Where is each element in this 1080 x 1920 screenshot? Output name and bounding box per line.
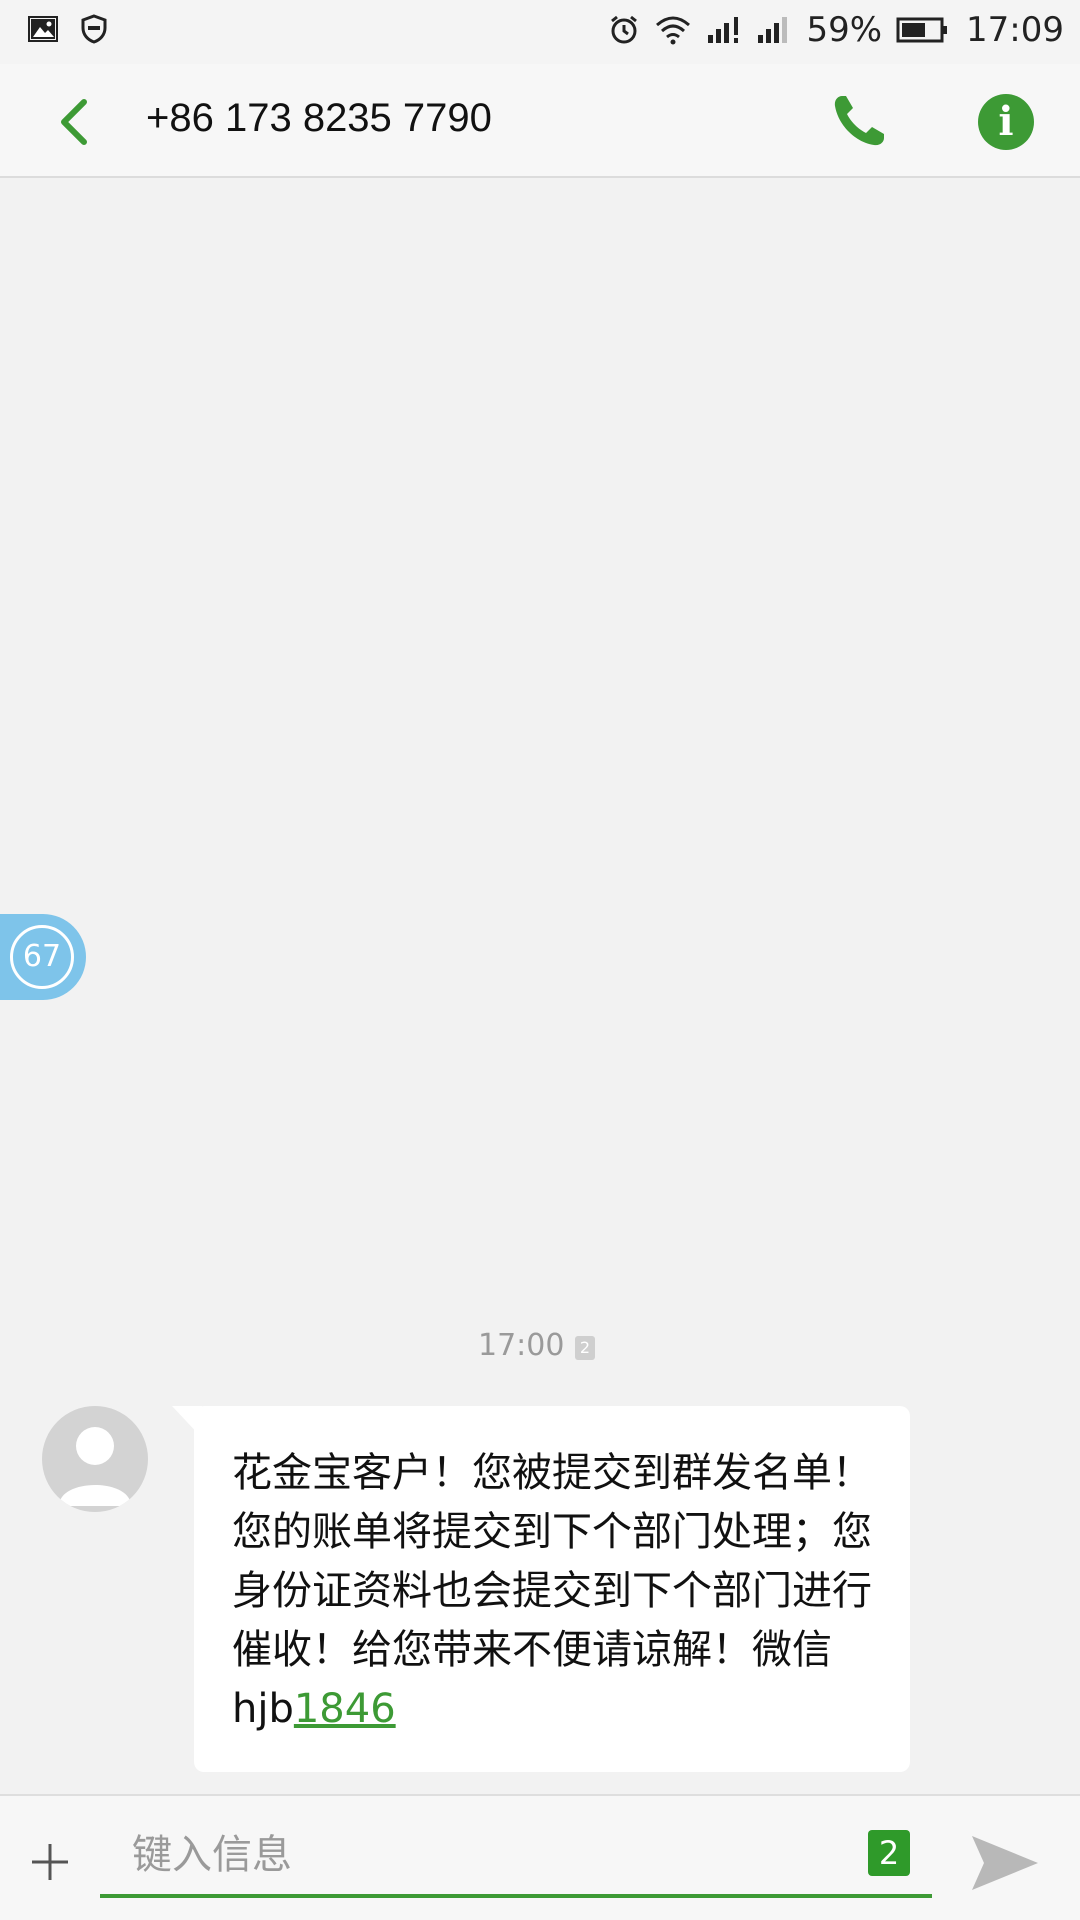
- conversation-header: +86 173 8235 7790 i: [0, 64, 1080, 178]
- signal-icon: [708, 17, 739, 43]
- sim-select-button[interactable]: 2: [868, 1830, 910, 1876]
- message-input[interactable]: [100, 1816, 932, 1898]
- sms-conversation-screen: 59% 17:09 +86 173 8235 7790 i 67 17:00 2: [0, 0, 1080, 1920]
- info-icon[interactable]: i: [978, 94, 1034, 150]
- message-composer: 2: [0, 1794, 1080, 1920]
- vpn-shield-icon: [81, 14, 107, 44]
- floating-counter-badge[interactable]: 67: [0, 914, 86, 1000]
- contact-number: +86 173 8235 7790: [146, 96, 492, 140]
- phone-call-icon[interactable]: [828, 90, 890, 152]
- plus-icon[interactable]: [28, 1840, 72, 1884]
- message-time: 17:00: [478, 1328, 565, 1363]
- message-text: 花金宝客户！您被提交到群发名单！您的账单将提交到下个部门处理；您身份证资料也会提…: [232, 1444, 882, 1739]
- gallery-icon: [28, 16, 58, 42]
- alarm-icon: [611, 15, 638, 44]
- incoming-message-bubble[interactable]: 花金宝客户！您被提交到群发名单！您的账单将提交到下个部门处理；您身份证资料也会提…: [194, 1406, 910, 1772]
- signal-icon: [758, 17, 788, 43]
- send-icon[interactable]: [968, 1830, 1042, 1896]
- sim-slot-badge: 2: [575, 1336, 595, 1360]
- back-arrow-icon[interactable]: [48, 92, 104, 152]
- wifi-icon: [656, 16, 691, 45]
- battery-icon: [896, 17, 948, 43]
- battery-percent: 59%: [806, 10, 883, 50]
- message-number-link[interactable]: 1846: [294, 1686, 396, 1732]
- contact-avatar[interactable]: [42, 1406, 148, 1512]
- person-icon: [59, 1427, 131, 1506]
- status-time: 17:09: [966, 10, 1064, 50]
- counter-value: 67: [10, 925, 74, 989]
- status-bar: 59% 17:09: [0, 0, 1080, 64]
